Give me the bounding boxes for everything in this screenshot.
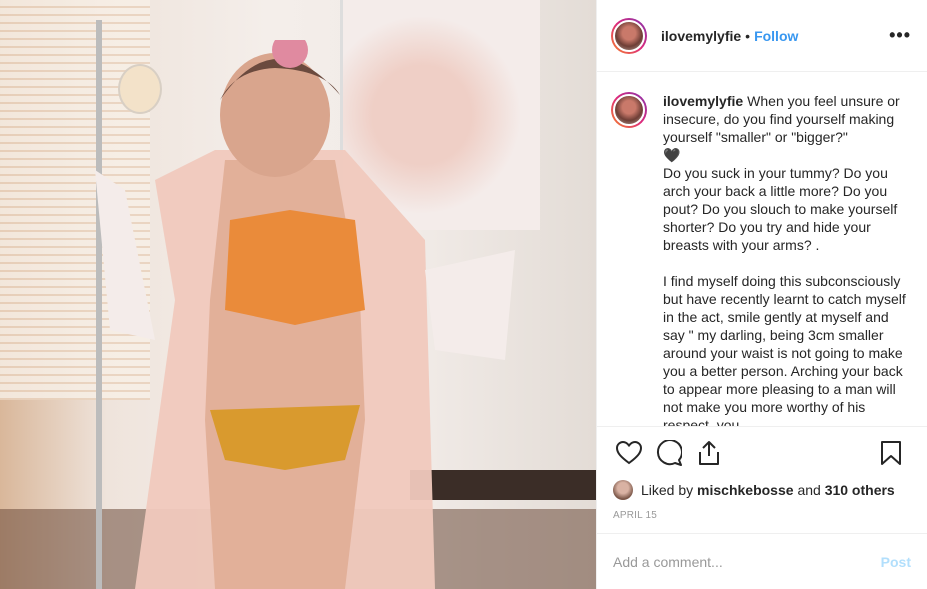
bookmark-icon xyxy=(881,440,901,465)
header-dot: • xyxy=(745,27,751,44)
follow-button[interactable]: Follow xyxy=(754,28,798,44)
post: ilovemylyfie • Follow ••• ilovemylyfie Wh… xyxy=(0,0,927,589)
caption-text: When you feel unsure or insecure, do you… xyxy=(663,93,906,426)
side-panel: ilovemylyfie • Follow ••• ilovemylyfie Wh… xyxy=(596,0,927,589)
share-button[interactable] xyxy=(689,433,729,473)
save-button[interactable] xyxy=(871,433,911,473)
comments-area[interactable]: ilovemylyfie When you feel unsure or inse… xyxy=(597,72,927,426)
action-bar xyxy=(597,426,927,478)
comment-input[interactable]: Add a comment... xyxy=(613,554,881,570)
likes-count[interactable]: 310 others xyxy=(825,482,895,498)
likes-row: Liked by mischkebosse and 310 others xyxy=(597,478,927,502)
likes-prefix: Liked by xyxy=(641,482,694,498)
comment-icon xyxy=(657,439,682,466)
liker-username[interactable]: mischkebosse xyxy=(697,482,794,498)
post-header: ilovemylyfie • Follow ••• xyxy=(597,0,927,72)
avatar[interactable] xyxy=(611,17,647,54)
heart-icon xyxy=(616,440,642,464)
caption: ilovemylyfie When you feel unsure or inse… xyxy=(663,92,907,426)
comment-button[interactable] xyxy=(649,433,689,473)
caption-username[interactable]: ilovemylyfie xyxy=(663,93,743,109)
post-date[interactable]: APRIL 15 xyxy=(597,502,927,533)
header-username[interactable]: ilovemylyfie xyxy=(661,28,741,44)
post-button[interactable]: Post xyxy=(881,554,911,570)
like-button[interactable] xyxy=(609,433,649,473)
likes-middle: and xyxy=(797,482,821,498)
caption-avatar[interactable] xyxy=(611,92,647,128)
more-options-icon[interactable]: ••• xyxy=(889,25,911,46)
liker-avatar[interactable] xyxy=(613,480,633,500)
add-comment-bar: Add a comment... Post xyxy=(597,533,927,589)
share-icon xyxy=(699,440,719,465)
post-photo[interactable] xyxy=(0,0,596,589)
photo-person xyxy=(95,40,515,589)
